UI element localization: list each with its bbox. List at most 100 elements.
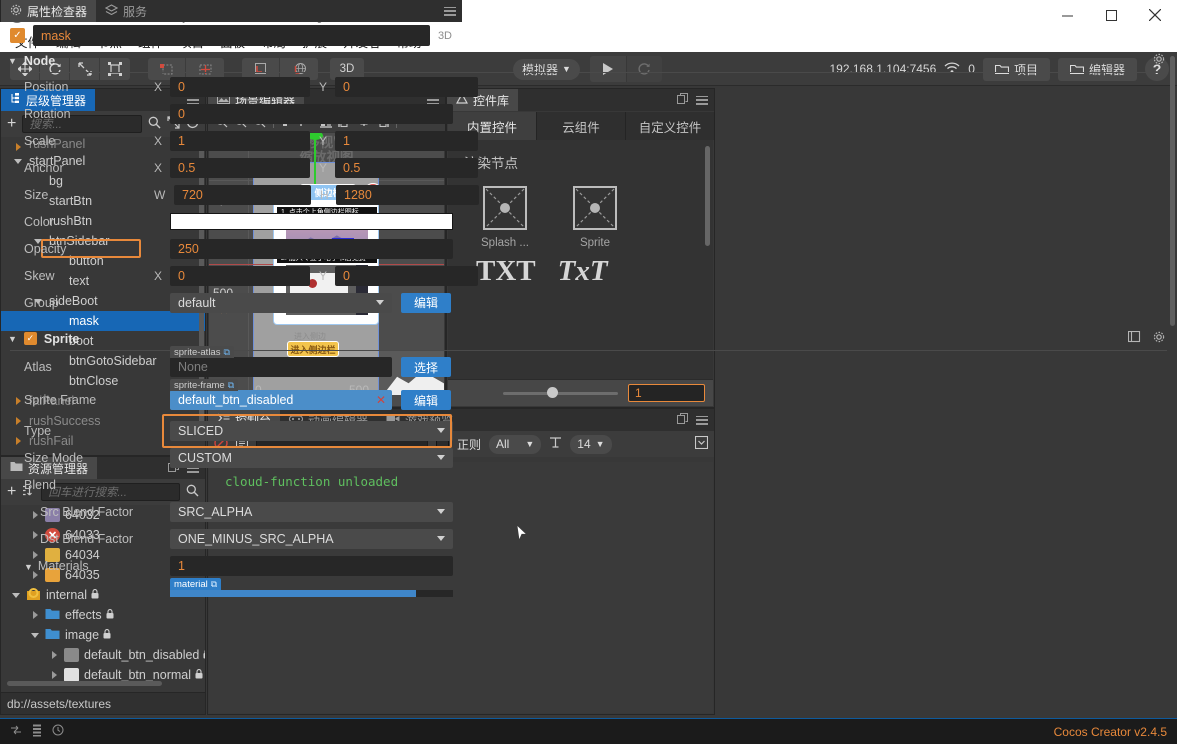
skew-x-input[interactable]: 0 (170, 265, 310, 286)
sprite-enabled-checkbox[interactable]: ✓ (23, 332, 37, 345)
opacity-label: Opacity (24, 241, 67, 256)
size-label: Size (24, 187, 49, 202)
property-dst-blend: Dst Blend Factor ONE_MINUS_SRC_ALPHA (0, 525, 1177, 552)
book-icon[interactable] (1127, 330, 1141, 346)
dst-blend-label: Dst Blend Factor (40, 531, 134, 546)
chevron-down-icon (437, 428, 445, 433)
external-link-icon[interactable]: ⧉ (211, 579, 217, 590)
status-bar: Cocos Creator v2.4.5 (0, 718, 1177, 744)
position-y-input[interactable]: 0 (335, 76, 478, 97)
size-mode-dropdown[interactable]: CUSTOM (170, 447, 453, 468)
mouse-cursor (516, 523, 528, 543)
group-value: default (178, 295, 216, 310)
inspector-properties[interactable]: ▼ Node Position X 0 Y 0 Rotation 0 Scale… (0, 49, 1177, 744)
property-type: Type SLICED (0, 417, 1177, 444)
gear-icon[interactable] (1153, 331, 1165, 346)
gear-icon (10, 4, 22, 19)
position-label: Position (24, 79, 69, 94)
tab-services[interactable]: 服务 (96, 0, 157, 22)
sprite-frame-type-tag: sprite-frame ⧉ (170, 379, 239, 391)
sync-icon[interactable] (10, 724, 22, 740)
position-x-input[interactable]: 0 (170, 76, 310, 97)
property-src-blend: Src Blend Factor SRC_ALPHA (0, 498, 1177, 525)
material-slot-bar[interactable] (170, 590, 453, 597)
tab-inspector[interactable]: 属性检查器 (1, 0, 97, 22)
sprite-frame-edit-button[interactable]: 编辑 (401, 390, 451, 410)
skew-y-axis: Y (319, 268, 328, 283)
clock-icon[interactable] (52, 724, 64, 740)
chevron-down-icon (376, 300, 384, 305)
dst-blend-dropdown[interactable]: ONE_MINUS_SRC_ALPHA (170, 528, 453, 549)
external-link-icon[interactable]: ⧉ (228, 380, 234, 391)
scale-x-input[interactable]: 1 (170, 130, 310, 151)
status-icons (10, 724, 64, 740)
src-blend-label: Src Blend Factor (40, 504, 134, 519)
property-size: Size W 720 H 1280 (0, 181, 1177, 208)
type-label: Type (24, 423, 52, 438)
size-h-axis: H (320, 187, 329, 202)
property-scale: Scale X 1 Y 1 (0, 127, 1177, 154)
materials-label-wrap[interactable]: ▼ Materials (24, 559, 154, 573)
property-sprite-frame: Sprite Frame sprite-frame ⧉ default_btn_… (0, 379, 1177, 417)
external-link-icon[interactable]: ⧉ (223, 347, 229, 358)
property-skew: Skew X 0 Y 0 (0, 262, 1177, 289)
stack-icon[interactable] (32, 724, 42, 740)
type-value: SLICED (178, 423, 224, 438)
sprite-frame-input[interactable]: default_btn_disabled ✕ (170, 390, 392, 410)
group-dropdown[interactable]: default (170, 292, 392, 313)
maximize-button[interactable] (1089, 0, 1133, 30)
atlas-label: Atlas (24, 360, 52, 374)
size-w-input[interactable]: 720 (174, 184, 311, 205)
minimize-button[interactable] (1045, 0, 1089, 30)
src-blend-dropdown[interactable]: SRC_ALPHA (170, 501, 453, 522)
group-label: Group (24, 295, 59, 310)
atlas-select-button[interactable]: 选择 (401, 357, 451, 377)
opacity-input[interactable]: 250 (170, 238, 453, 259)
property-group: Group default 编辑 (0, 289, 1177, 316)
property-materials: ▼ Materials 1 (0, 552, 1177, 579)
atlas-input[interactable]: None (170, 357, 392, 377)
materials-count-input[interactable]: 1 (170, 555, 453, 576)
property-blend: Blend (0, 471, 1177, 498)
close-button[interactable] (1133, 0, 1177, 30)
skew-y-input[interactable]: 0 (335, 265, 478, 286)
rotation-label: Rotation (24, 106, 71, 121)
size-h-input[interactable]: 1280 (336, 184, 479, 205)
src-blend-value: SRC_ALPHA (178, 504, 253, 519)
scale-y-input[interactable]: 1 (335, 130, 478, 151)
property-material-slot: material ⧉ (0, 578, 1177, 597)
chevron-down-icon: ▼ (8, 55, 17, 66)
section-node-header[interactable]: ▼ Node (0, 49, 1177, 72)
clear-sprite-frame-icon[interactable]: ✕ (376, 393, 386, 407)
node-3d-label[interactable]: 3D (438, 30, 452, 42)
node-enabled-checkbox[interactable]: ✓ (10, 28, 25, 43)
inspector-menu-icon[interactable] (444, 6, 456, 16)
version-label: Cocos Creator v2.4.5 (1053, 724, 1167, 739)
services-icon (104, 4, 119, 18)
tab-services-label: 服务 (123, 4, 148, 19)
color-swatch[interactable] (170, 213, 453, 230)
inspector-tabs: 属性检查器 服务 (0, 0, 462, 22)
color-label: Color (24, 214, 54, 229)
node-name-input[interactable]: mask (33, 25, 430, 46)
atlas-tag-label: sprite-atlas (174, 346, 221, 358)
size-mode-value: CUSTOM (178, 450, 232, 465)
skew-x-axis: X (154, 268, 163, 283)
anchor-y-input[interactable]: 0.5 (335, 157, 478, 178)
size-mode-label: Size Mode (24, 450, 84, 465)
rotation-input[interactable]: 0 (170, 103, 453, 124)
chevron-down-icon (437, 509, 445, 514)
atlas-type-tag: sprite-atlas ⧉ (170, 346, 234, 358)
blend-label: Blend (24, 477, 56, 492)
property-anchor: Anchor X 0.5 Y 0.5 (0, 154, 1177, 181)
anchor-x-input[interactable]: 0.5 (170, 157, 310, 178)
section-sprite-actions (1127, 330, 1165, 346)
inspector-scrollbar[interactable] (1170, 56, 1175, 326)
gear-icon[interactable] (1153, 53, 1165, 68)
chevron-down-icon (437, 536, 445, 541)
property-position: Position X 0 Y 0 (0, 73, 1177, 100)
chevron-down-icon (437, 455, 445, 460)
type-dropdown[interactable]: SLICED (170, 420, 453, 441)
group-edit-button[interactable]: 编辑 (401, 292, 451, 313)
section-node-actions (1153, 53, 1165, 68)
